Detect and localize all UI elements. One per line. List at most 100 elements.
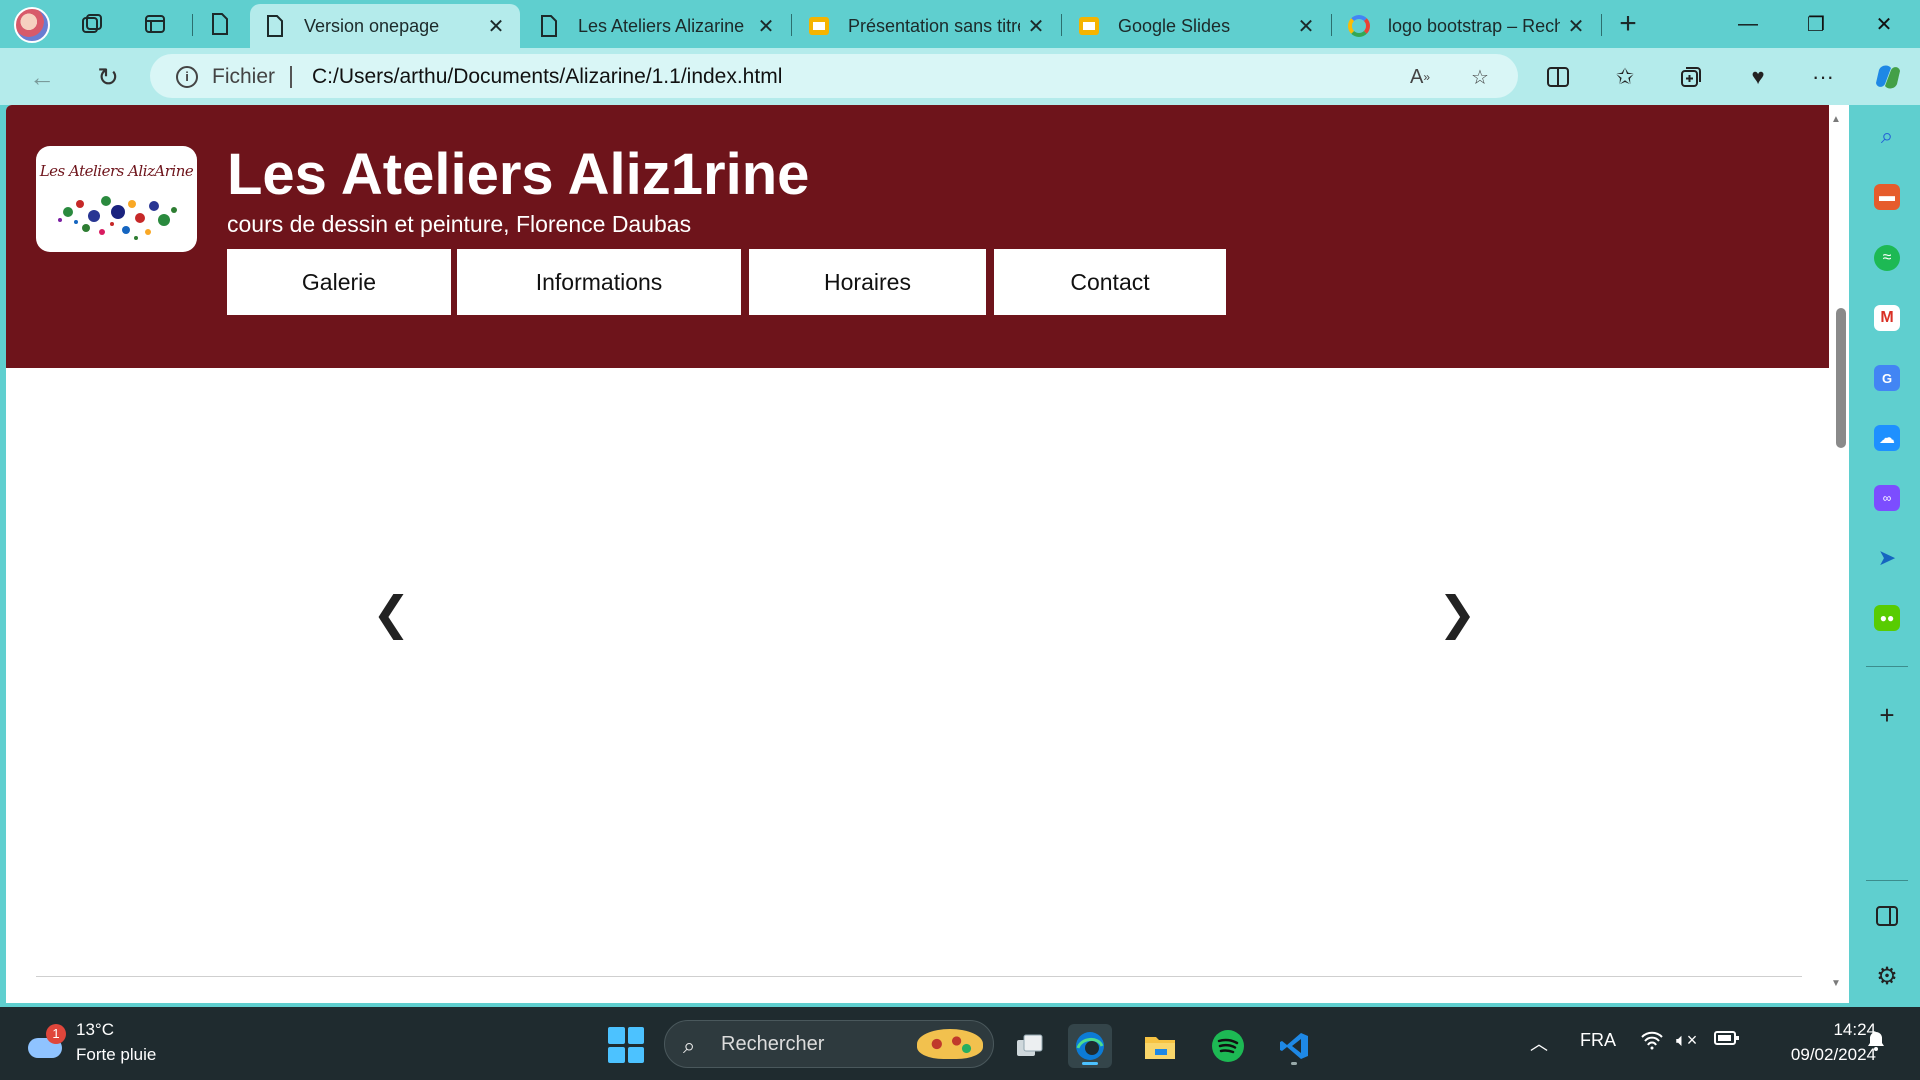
copilot-icon[interactable] — [1871, 60, 1905, 94]
workspaces-icon[interactable] — [78, 10, 106, 38]
battery-icon[interactable] — [1714, 1030, 1740, 1051]
show-hidden-icons-chevron-up-icon[interactable]: ︿ — [1530, 1030, 1548, 1056]
google-icon — [1348, 15, 1370, 37]
notification-bell-icon[interactable] — [1866, 1030, 1886, 1057]
google-slides-icon — [808, 15, 830, 37]
tab-label: Les Ateliers Alizarine — [578, 15, 745, 36]
tab-separator — [1061, 14, 1062, 36]
tab-version-onepage[interactable]: Version onepage ✕ — [250, 4, 520, 48]
weather-temperature[interactable]: 13°C — [76, 1020, 114, 1040]
task-view-icon[interactable] — [1008, 1024, 1052, 1068]
tools-icon[interactable]: ▬ — [1874, 184, 1900, 210]
info-icon[interactable]: i — [176, 66, 198, 88]
edge-taskbar-icon[interactable] — [1068, 1024, 1112, 1068]
send-icon[interactable]: ➤ — [1874, 545, 1900, 571]
close-icon[interactable]: ✕ — [486, 14, 506, 39]
duolingo-icon[interactable]: ●● — [1874, 605, 1900, 631]
menu-galerie-button[interactable]: Galerie — [227, 249, 451, 315]
sidebar-separator — [1866, 666, 1908, 667]
back-icon[interactable]: ← — [22, 58, 62, 96]
address-divider — [290, 66, 292, 88]
translate-icon[interactable]: G — [1874, 365, 1900, 391]
cloud-icon[interactable]: ☁ — [1874, 425, 1900, 451]
clock-date[interactable]: 09/02/2024 — [1760, 1045, 1876, 1065]
wifi-icon[interactable] — [1640, 1030, 1664, 1055]
settings-gear-icon[interactable]: ⚙ — [1874, 963, 1900, 990]
menu-horaires-button[interactable]: Horaires — [749, 249, 986, 315]
page-viewport: Les Ateliers AlizArine Les Ateliers Aliz… — [6, 105, 1835, 1003]
tab-logo-bootstrap[interactable]: logo bootstrap – Recherche ✕ — [1334, 4, 1600, 48]
address-bar[interactable]: i Fichier C:/Users/arthu/Documents/Aliza… — [150, 54, 1518, 98]
tab-label: logo bootstrap – Recherche — [1388, 15, 1560, 36]
page-icon — [264, 15, 286, 37]
tab-presentation-sans-titre[interactable]: Présentation sans titre ✕ — [794, 4, 1060, 48]
tab-label: Présentation sans titre — [848, 15, 1020, 36]
favorite-star-icon[interactable]: ☆ — [1466, 63, 1494, 91]
refresh-icon[interactable]: ↻ — [88, 58, 128, 96]
split-screen-icon[interactable] — [1541, 60, 1575, 94]
read-aloud-icon[interactable]: A» — [1406, 63, 1434, 91]
add-icon[interactable]: + — [1874, 700, 1900, 730]
close-icon[interactable]: ✕ — [1026, 14, 1046, 39]
site-title: Les Ateliers Aliz1rine — [227, 142, 810, 207]
spotify-taskbar-icon[interactable] — [1206, 1024, 1250, 1068]
browser-toolbar: ← ↻ i Fichier C:/Users/arthu/Documents/A… — [0, 48, 1920, 105]
notification-badge: 1 — [46, 1024, 66, 1044]
close-icon[interactable]: ✕ — [1566, 14, 1586, 39]
scroll-up-icon[interactable]: ▲ — [1831, 114, 1841, 125]
tab-google-slides[interactable]: Google Slides ✕ — [1064, 4, 1330, 48]
favorites-icon[interactable]: ✩ — [1608, 60, 1642, 94]
sidebar-separator — [1866, 880, 1908, 881]
browser-essentials-icon[interactable]: ♥ — [1741, 60, 1775, 94]
vscode-icon[interactable] — [1272, 1024, 1316, 1068]
tab-separator — [1601, 14, 1602, 36]
tab-separator — [791, 14, 792, 36]
taskbar-search[interactable]: ⌕ Rechercher — [664, 1020, 994, 1068]
paint-splatter-graphic — [58, 196, 177, 240]
tab-les-ateliers-alizarine[interactable]: Les Ateliers Alizarine ✕ — [524, 4, 790, 48]
file-explorer-icon[interactable] — [1138, 1024, 1182, 1068]
weather-description[interactable]: Forte pluie — [76, 1045, 156, 1065]
minimize-icon[interactable]: — — [1718, 6, 1778, 42]
app-icon[interactable]: ∞ — [1874, 485, 1900, 511]
tab-separator — [1331, 14, 1332, 36]
scrollbar-track[interactable] — [1829, 105, 1849, 1003]
gmail-icon[interactable]: M — [1874, 305, 1900, 331]
site-subtitle: cours de dessin et peinture, Florence Da… — [227, 211, 692, 237]
file-scheme-label: Fichier — [212, 65, 276, 88]
profile-avatar[interactable] — [14, 7, 50, 43]
restore-icon[interactable]: ❐ — [1786, 6, 1846, 42]
weather-icon[interactable]: 1 — [28, 1024, 66, 1060]
site-logo[interactable]: Les Ateliers AlizArine — [36, 146, 197, 252]
close-icon[interactable]: ✕ — [756, 14, 776, 39]
new-tab-icon[interactable]: + — [1614, 7, 1642, 40]
close-window-icon[interactable]: ✕ — [1854, 6, 1914, 42]
google-slides-icon — [1078, 15, 1100, 37]
scroll-down-icon[interactable]: ▼ — [1831, 978, 1841, 989]
search-placeholder: Rechercher — [721, 1033, 825, 1055]
language-indicator[interactable]: FRA — [1580, 1030, 1616, 1051]
carousel-prev-button[interactable]: ❮ — [372, 590, 411, 636]
scrollbar-thumb[interactable] — [1836, 308, 1846, 448]
tab-strip: Version onepage ✕ Les Ateliers Alizarine… — [0, 0, 1920, 48]
pizza-icon — [917, 1029, 983, 1059]
page-icon[interactable] — [206, 10, 234, 38]
site-header: Les Ateliers AlizArine Les Ateliers Aliz… — [6, 105, 1830, 368]
tab-actions-icon[interactable] — [141, 10, 169, 38]
sidebar-panel-icon[interactable] — [1874, 903, 1900, 929]
section-divider — [36, 976, 1802, 977]
carousel-next-button[interactable]: ❯ — [1438, 590, 1477, 636]
spotify-icon[interactable]: ≈ — [1874, 245, 1900, 271]
tab-label: Version onepage — [304, 15, 440, 36]
tab-separator — [192, 14, 193, 36]
page-icon — [538, 15, 560, 37]
volume-muted-icon[interactable]: 🔈︎× — [1676, 1030, 1697, 1051]
menu-contact-button[interactable]: Contact — [994, 249, 1226, 315]
collections-icon[interactable] — [1674, 60, 1708, 94]
close-icon[interactable]: ✕ — [1296, 14, 1316, 39]
url-text[interactable]: C:/Users/arthu/Documents/Alizarine/1.1/i… — [312, 65, 782, 89]
more-options-icon[interactable]: ··· — [1806, 60, 1840, 94]
windows-start-icon[interactable] — [608, 1027, 644, 1063]
search-icon[interactable]: ⌕ — [1874, 123, 1900, 149]
menu-informations-button[interactable]: Informations — [457, 249, 741, 315]
